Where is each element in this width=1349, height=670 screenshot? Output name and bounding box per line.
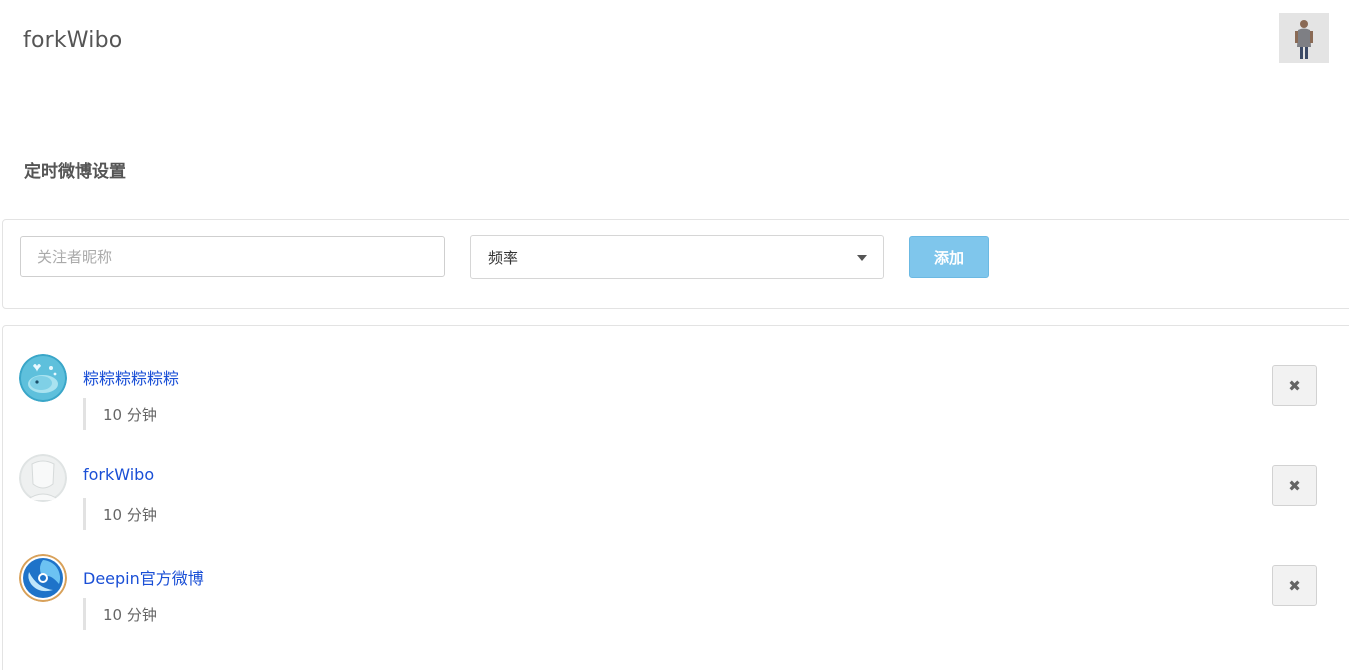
item-frequency: 10 分钟 xyxy=(83,498,157,530)
close-icon: ✖ xyxy=(1288,376,1301,395)
list-item: Deepin官方微博 10 分钟 ✖ xyxy=(3,554,1349,654)
delete-button[interactable]: ✖ xyxy=(1272,565,1317,606)
item-frequency: 10 分钟 xyxy=(83,398,157,430)
default-user-avatar-icon[interactable] xyxy=(19,454,67,502)
item-frequency: 10 分钟 xyxy=(83,598,157,630)
add-schedule-panel: 频率 添加 xyxy=(2,219,1349,309)
list-item: 粽粽粽粽粽粽 10 分钟 ✖ xyxy=(3,354,1349,454)
close-icon: ✖ xyxy=(1288,476,1301,495)
list-item: forkWibo 10 分钟 ✖ xyxy=(3,454,1349,554)
user-avatar[interactable] xyxy=(1279,13,1329,63)
frequency-select[interactable]: 频率 xyxy=(470,235,884,279)
add-button[interactable]: 添加 xyxy=(909,236,989,278)
close-icon: ✖ xyxy=(1288,576,1301,595)
delete-button[interactable]: ✖ xyxy=(1272,365,1317,406)
user-avatar-icon xyxy=(1279,13,1329,63)
schedule-list: 粽粽粽粽粽粽 10 分钟 ✖ forkWibo 10 分钟 ✖ Deepin官方… xyxy=(2,325,1349,670)
whale-avatar-icon[interactable] xyxy=(19,354,67,402)
delete-button[interactable]: ✖ xyxy=(1272,465,1317,506)
item-name-link[interactable]: Deepin官方微博 xyxy=(83,565,204,589)
follower-nickname-input[interactable] xyxy=(20,236,445,277)
deepin-logo-avatar-icon[interactable] xyxy=(19,554,67,602)
page-title: 定时微博设置 xyxy=(24,162,126,182)
frequency-select-value: 频率 xyxy=(488,248,519,267)
item-name-link[interactable]: 粽粽粽粽粽粽 xyxy=(83,365,179,389)
page: forkWibo 定时微博设置 频率 添加 xyxy=(0,0,1349,670)
item-name-link[interactable]: forkWibo xyxy=(83,465,154,484)
brand-logo-text[interactable]: forkWibo xyxy=(23,28,122,53)
caret-down-icon xyxy=(857,255,867,261)
